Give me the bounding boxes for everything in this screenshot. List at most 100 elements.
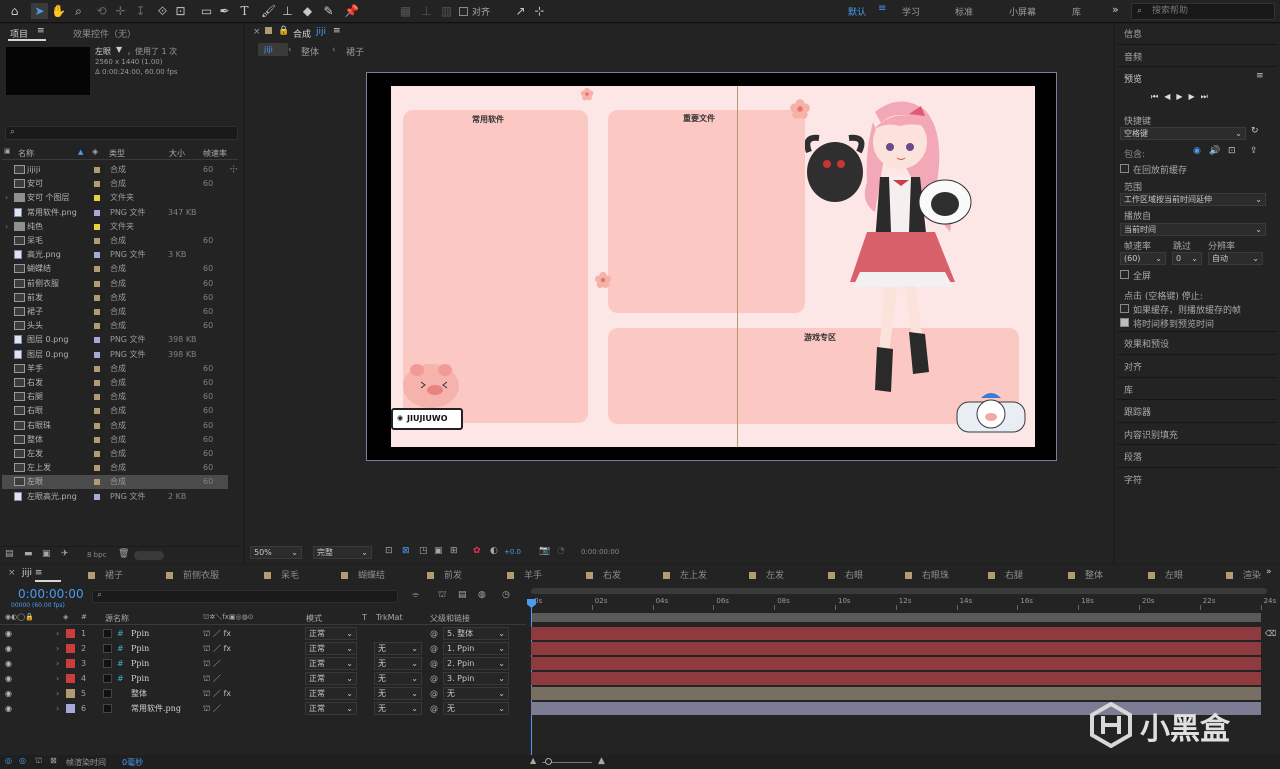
- blend-mode-dropdown[interactable]: 正常 ⌄: [305, 687, 357, 700]
- skip-dropdown[interactable]: 0 ⌄: [1172, 252, 1202, 265]
- shy-layers-icon[interactable]: ▤: [458, 590, 467, 600]
- layer-row[interactable]: ◉ › 2 # Ppin ⛫ ／ fx 正常 ⌄ 无 ⌄ @1. Ppin ⌄: [0, 641, 526, 656]
- project-item[interactable]: 图层 0.png PNG 文件 398 KB: [2, 333, 228, 347]
- more-tabs-icon[interactable]: »: [1266, 567, 1272, 577]
- track-matte-dropdown[interactable]: 无 ⌄: [374, 657, 422, 670]
- delete-icon[interactable]: 🗑: [118, 549, 129, 559]
- label-color-swatch[interactable]: [66, 644, 75, 653]
- eye-icon[interactable]: ◉: [5, 656, 12, 671]
- view-axis-icon[interactable]: ▥: [438, 3, 455, 19]
- eye-icon[interactable]: ◉: [5, 626, 12, 641]
- panel-menu-icon[interactable]: ≡: [1256, 71, 1264, 81]
- fullscreen-checkbox[interactable]: [1120, 270, 1129, 279]
- last-frame-icon[interactable]: ⏭: [1201, 92, 1214, 101]
- brush-tool-icon[interactable]: 🖌: [260, 3, 277, 19]
- project-item[interactable]: 右发 合成 60: [2, 376, 228, 390]
- project-item[interactable]: 常用软件.png PNG 文件 347 KB: [2, 206, 228, 220]
- resolution-dropdown[interactable]: 完整 ⌄: [313, 546, 372, 559]
- roto-brush-icon[interactable]: ✎: [320, 3, 337, 19]
- layer-name[interactable]: Ppin: [131, 641, 149, 656]
- help-search-input[interactable]: ⌕ 搜索帮助: [1131, 3, 1275, 20]
- info-section[interactable]: 信息: [1124, 27, 1142, 40]
- audio-section[interactable]: 音频: [1124, 50, 1142, 63]
- exposure-value[interactable]: +0.0: [504, 548, 521, 556]
- breadcrumb-item[interactable]: jiji: [264, 45, 273, 54]
- project-item[interactable]: › 安可 个图层 文件夹: [2, 191, 228, 205]
- render-time-icon[interactable]: ⊠: [50, 756, 57, 765]
- panel-menu-icon[interactable]: ≡: [333, 26, 341, 36]
- work-area-navigator[interactable]: [531, 588, 1267, 594]
- render-queue-icon[interactable]: ✈: [61, 549, 69, 559]
- eye-icon[interactable]: ◉: [5, 686, 12, 701]
- panel-section-7[interactable]: 字符: [1124, 473, 1142, 486]
- track-matte-dropdown[interactable]: 无 ⌄: [374, 702, 422, 715]
- frame-blending-icon[interactable]: ◍: [478, 590, 486, 600]
- panel-section-4[interactable]: 跟踪器: [1124, 405, 1151, 418]
- range-dropdown[interactable]: 工作区域按当前时间延伸 ⌄: [1120, 193, 1266, 206]
- transparency-grid-icon[interactable]: ⊠: [402, 546, 410, 556]
- pick-whip-icon[interactable]: @: [430, 686, 438, 701]
- parent-dropdown[interactable]: 3. Ppin ⌄: [443, 672, 509, 685]
- cache-before-playback-checkbox[interactable]: [1120, 164, 1129, 173]
- more-workspaces-icon[interactable]: »: [1112, 3, 1119, 16]
- project-item[interactable]: jijiji 合成 60: [2, 163, 228, 177]
- first-frame-icon[interactable]: ⏮: [1151, 92, 1164, 101]
- zoom-dropdown[interactable]: 50% ⌄: [250, 546, 302, 559]
- layer-name[interactable]: Ppin: [131, 626, 149, 641]
- thumbnail-slider[interactable]: [134, 551, 164, 560]
- expand-arrow-icon[interactable]: ›: [5, 220, 8, 234]
- orbit-tool-icon[interactable]: ✛: [112, 3, 129, 19]
- resolution-dropdown[interactable]: 自动 ⌄: [1208, 252, 1263, 265]
- project-search-input[interactable]: ⌕: [5, 126, 238, 140]
- close-icon[interactable]: ×: [253, 27, 261, 37]
- breadcrumb-item[interactable]: 裙子: [346, 45, 364, 58]
- blend-mode-dropdown[interactable]: 正常 ⌄: [305, 657, 357, 670]
- composition-flowchart-icon[interactable]: ⌯: [412, 590, 419, 600]
- rectangle-tool-icon[interactable]: ▭: [198, 3, 215, 19]
- local-axis-icon[interactable]: ▦: [397, 3, 414, 19]
- parent-dropdown[interactable]: 5. 整体 ⌄: [443, 627, 509, 640]
- layer-row[interactable]: ◉ › 3 # Ppin ⛫ ／正常 ⌄ 无 ⌄ @2. Ppin ⌄: [0, 656, 526, 671]
- new-comp-icon[interactable]: ▣: [42, 549, 51, 559]
- expand-arrow-icon[interactable]: ›: [5, 191, 8, 205]
- snap-icon[interactable]: ↗: [512, 3, 529, 19]
- region-of-interest-icon[interactable]: ⊡: [385, 546, 393, 556]
- column-trkmat[interactable]: TrkMat: [376, 613, 403, 622]
- project-item[interactable]: 右腿 合成 60: [2, 390, 228, 404]
- project-item[interactable]: 左眼 合成 60: [2, 475, 228, 490]
- in-out-icon[interactable]: ⛫: [35, 756, 42, 766]
- anchor-tool-icon[interactable]: ⟐: [154, 3, 171, 19]
- timeline-search-input[interactable]: ⌕: [92, 590, 398, 603]
- timeline-tab[interactable]: 蝴蝶结: [341, 568, 385, 581]
- track-matte-dropdown[interactable]: 无 ⌄: [374, 687, 422, 700]
- clone-stamp-icon[interactable]: ⊥: [279, 3, 296, 19]
- timeline-tab[interactable]: 前侧衣服: [166, 568, 219, 581]
- guides-icon[interactable]: ▣: [434, 546, 443, 556]
- layer-switches[interactable]: ⛫ ／: [203, 671, 221, 686]
- blend-mode-dropdown[interactable]: 正常 ⌄: [305, 702, 357, 715]
- panel-menu-icon[interactable]: ≡: [37, 26, 45, 36]
- audio-include-icon[interactable]: 🔊: [1209, 146, 1220, 156]
- project-item[interactable]: 左上发 合成 60: [2, 461, 228, 475]
- timeline-tab[interactable]: jiji ≡: [22, 568, 42, 578]
- label-color-swatch[interactable]: [66, 659, 75, 668]
- pan-behind-icon[interactable]: ↧: [132, 3, 149, 19]
- hand-tool-icon[interactable]: ✋: [50, 3, 67, 19]
- panel-section-1[interactable]: 效果和预设: [1124, 337, 1169, 350]
- project-item[interactable]: 左眼高光.png PNG 文件 2 KB: [2, 490, 228, 504]
- project-item[interactable]: 右眼珠 合成 60: [2, 419, 228, 433]
- 3d-view-icon[interactable]: ⊞: [450, 546, 458, 556]
- project-item[interactable]: 安可 合成 60: [2, 177, 228, 191]
- project-item[interactable]: 前侧衣服 合成 60: [2, 277, 228, 291]
- track-tool-icon[interactable]: ⊡: [172, 3, 189, 19]
- layer-name[interactable]: Ppin: [131, 656, 149, 671]
- home-icon[interactable]: ⌂: [6, 3, 23, 19]
- project-item[interactable]: 高光.png PNG 文件 3 KB: [2, 248, 228, 262]
- track-matte-dropdown[interactable]: 无 ⌄: [374, 642, 422, 655]
- timeline-tab[interactable]: 裙子: [88, 568, 123, 581]
- panel-menu-icon[interactable]: ≡: [32, 568, 43, 578]
- play-cached-frames-checkbox[interactable]: [1120, 304, 1129, 313]
- timeline-tab[interactable]: 左发: [749, 568, 784, 581]
- timeline-tab[interactable]: 前发: [427, 568, 462, 581]
- time-ruler[interactable]: 0s 02s 04s 06s 08s 10s 12s 14s 16s 18s 20s 22s 24s: [526, 596, 1276, 610]
